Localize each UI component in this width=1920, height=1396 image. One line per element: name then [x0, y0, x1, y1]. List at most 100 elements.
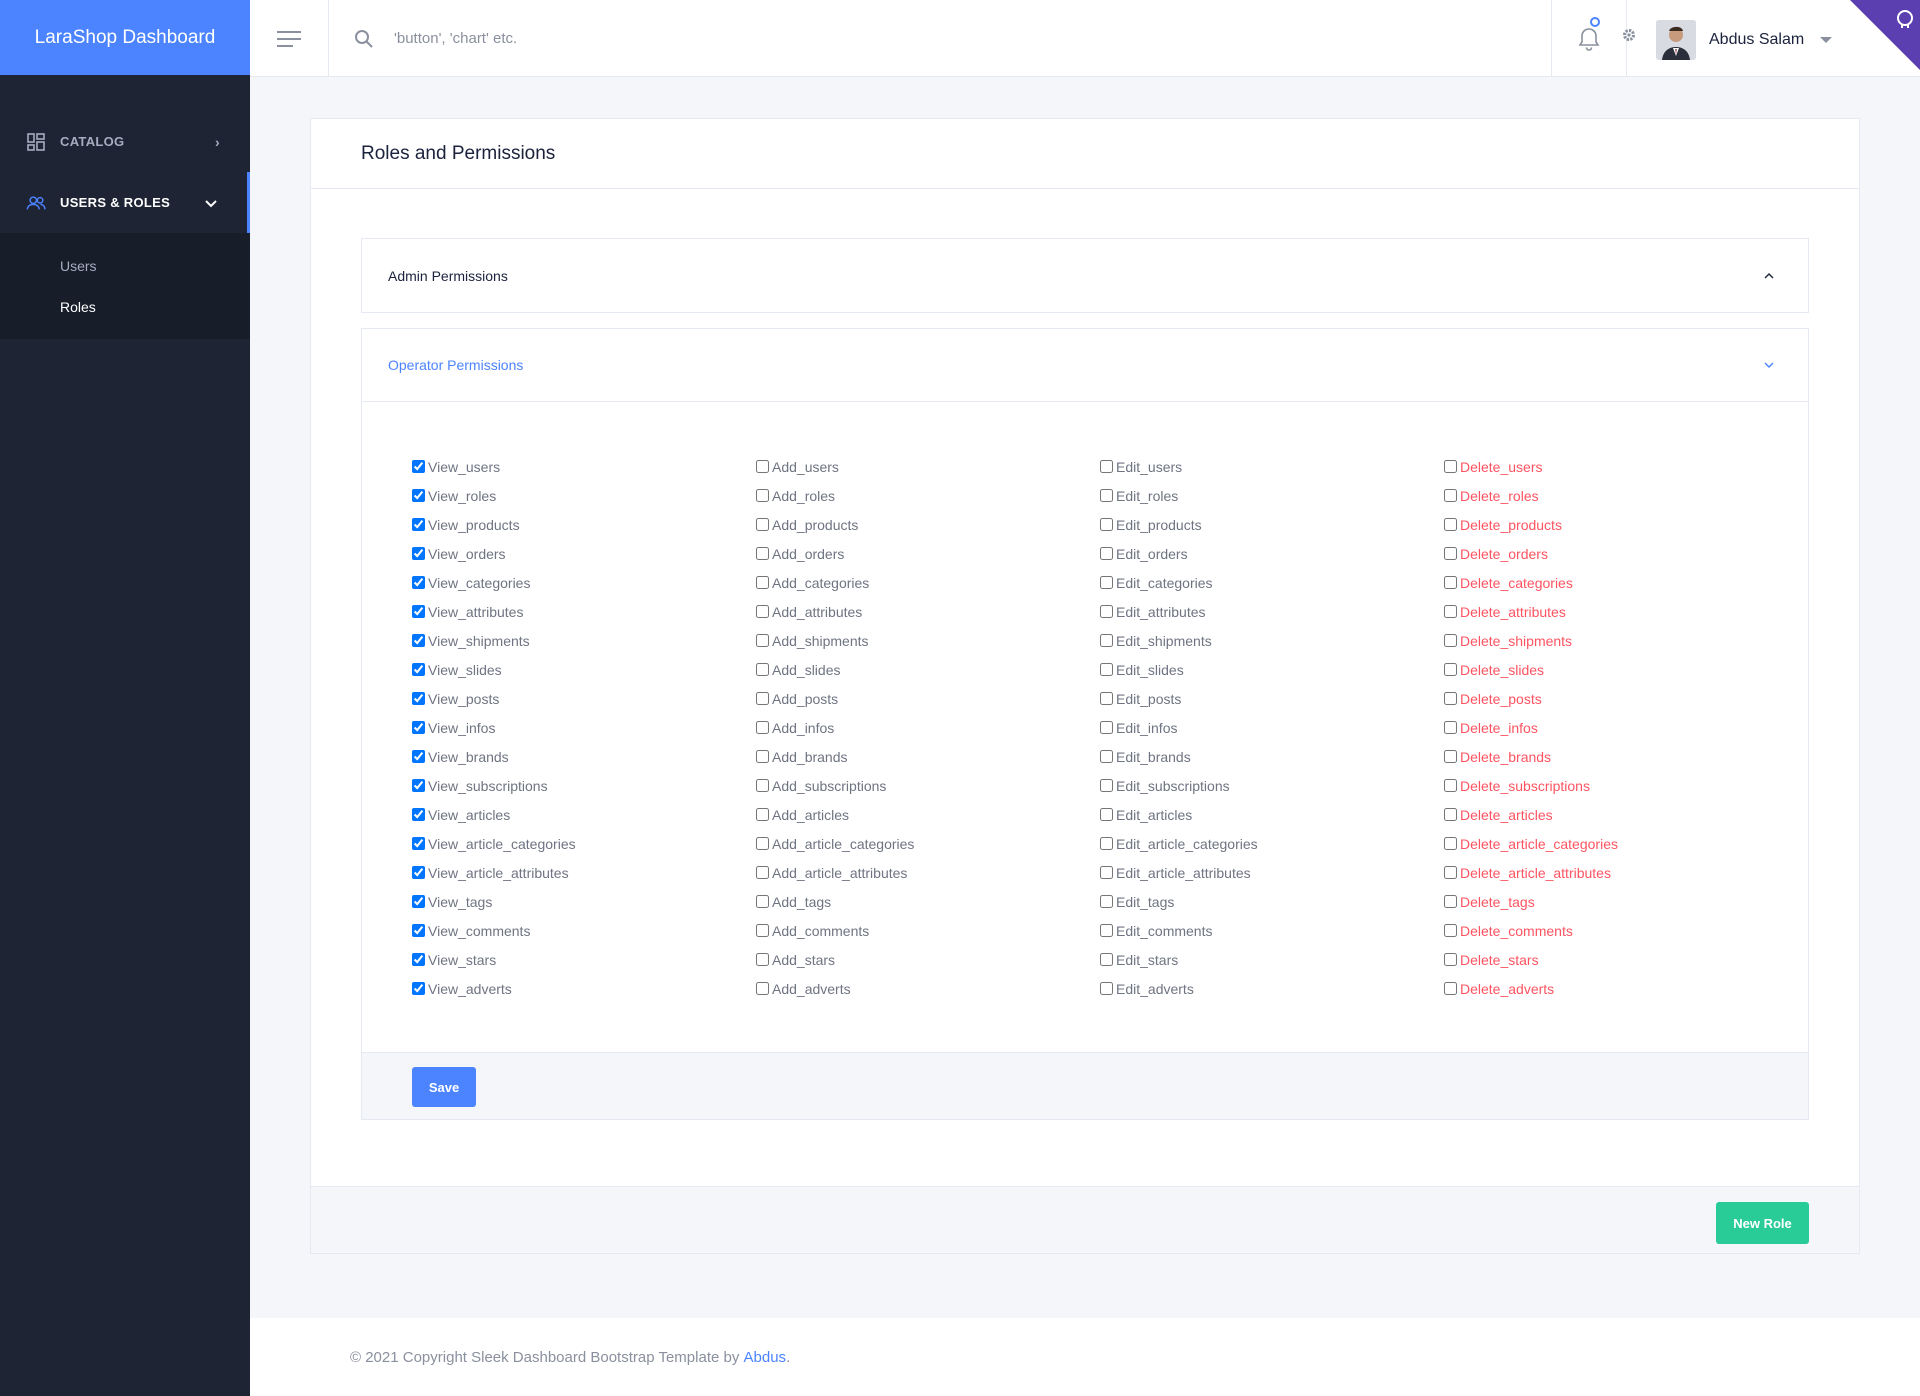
- permission-checkbox[interactable]: [1444, 808, 1457, 821]
- permission-checkbox[interactable]: [1444, 692, 1457, 705]
- permission-checkbox[interactable]: [756, 605, 769, 618]
- permission-checkbox[interactable]: [1100, 866, 1113, 879]
- brand-logo[interactable]: LaraShop Dashboard: [0, 0, 250, 75]
- permission-checkbox[interactable]: [1444, 721, 1457, 734]
- permission-row-view_brands[interactable]: View_brands: [412, 742, 576, 771]
- permission-checkbox[interactable]: [1100, 634, 1113, 647]
- permission-row-view_roles[interactable]: View_roles: [412, 481, 576, 510]
- permission-row-delete_comments[interactable]: Delete_comments: [1444, 916, 1618, 945]
- save-button[interactable]: Save: [412, 1067, 476, 1107]
- permission-row-view_posts[interactable]: View_posts: [412, 684, 576, 713]
- permission-checkbox[interactable]: [1100, 837, 1113, 850]
- permission-row-view_categories[interactable]: View_categories: [412, 568, 576, 597]
- permission-row-view_article_categories[interactable]: View_article_categories: [412, 829, 576, 858]
- permission-row-edit_brands[interactable]: Edit_brands: [1100, 742, 1258, 771]
- permission-checkbox[interactable]: [1444, 866, 1457, 879]
- permission-checkbox[interactable]: [1100, 953, 1113, 966]
- permission-checkbox[interactable]: [1444, 837, 1457, 850]
- permission-checkbox[interactable]: [412, 576, 425, 589]
- permission-row-delete_orders[interactable]: Delete_orders: [1444, 539, 1618, 568]
- permission-checkbox[interactable]: [412, 489, 425, 502]
- github-corner-link[interactable]: [1850, 0, 1920, 70]
- permission-row-add_products[interactable]: Add_products: [756, 510, 914, 539]
- permission-row-add_infos[interactable]: Add_infos: [756, 713, 914, 742]
- permission-checkbox[interactable]: [756, 779, 769, 792]
- permission-row-add_stars[interactable]: Add_stars: [756, 945, 914, 974]
- permission-checkbox[interactable]: [412, 924, 425, 937]
- permission-checkbox[interactable]: [756, 837, 769, 850]
- permission-checkbox[interactable]: [1100, 982, 1113, 995]
- accordion-header-admin[interactable]: Admin Permissions: [362, 239, 1808, 312]
- permission-row-view_stars[interactable]: View_stars: [412, 945, 576, 974]
- permission-checkbox[interactable]: [1444, 750, 1457, 763]
- permission-row-add_article_categories[interactable]: Add_article_categories: [756, 829, 914, 858]
- permission-checkbox[interactable]: [756, 460, 769, 473]
- permission-checkbox[interactable]: [1100, 547, 1113, 560]
- permission-row-delete_infos[interactable]: Delete_infos: [1444, 713, 1618, 742]
- permission-row-delete_subscriptions[interactable]: Delete_subscriptions: [1444, 771, 1618, 800]
- permission-row-add_articles[interactable]: Add_articles: [756, 800, 914, 829]
- permission-row-edit_roles[interactable]: Edit_roles: [1100, 481, 1258, 510]
- permission-row-add_shipments[interactable]: Add_shipments: [756, 626, 914, 655]
- permission-row-view_products[interactable]: View_products: [412, 510, 576, 539]
- permission-row-view_attributes[interactable]: View_attributes: [412, 597, 576, 626]
- permission-checkbox[interactable]: [1100, 924, 1113, 937]
- permission-row-delete_shipments[interactable]: Delete_shipments: [1444, 626, 1618, 655]
- permission-row-edit_adverts[interactable]: Edit_adverts: [1100, 974, 1258, 1003]
- permission-row-edit_products[interactable]: Edit_products: [1100, 510, 1258, 539]
- permission-checkbox[interactable]: [1100, 576, 1113, 589]
- permission-checkbox[interactable]: [1100, 895, 1113, 908]
- permission-row-add_comments[interactable]: Add_comments: [756, 916, 914, 945]
- permission-checkbox[interactable]: [756, 692, 769, 705]
- accordion-header-operator[interactable]: Operator Permissions: [362, 329, 1808, 402]
- permission-checkbox[interactable]: [412, 779, 425, 792]
- permission-checkbox[interactable]: [412, 837, 425, 850]
- permission-checkbox[interactable]: [1444, 634, 1457, 647]
- permission-checkbox[interactable]: [1444, 953, 1457, 966]
- permission-checkbox[interactable]: [756, 924, 769, 937]
- permission-checkbox[interactable]: [412, 953, 425, 966]
- permission-checkbox[interactable]: [412, 634, 425, 647]
- permission-checkbox[interactable]: [756, 982, 769, 995]
- permission-checkbox[interactable]: [412, 605, 425, 618]
- permission-row-view_shipments[interactable]: View_shipments: [412, 626, 576, 655]
- permission-row-delete_article_categories[interactable]: Delete_article_categories: [1444, 829, 1618, 858]
- permission-checkbox[interactable]: [412, 663, 425, 676]
- permission-row-edit_articles[interactable]: Edit_articles: [1100, 800, 1258, 829]
- permission-row-view_tags[interactable]: View_tags: [412, 887, 576, 916]
- sidebar-subitem-roles[interactable]: Roles: [0, 286, 250, 327]
- permission-checkbox[interactable]: [412, 866, 425, 879]
- permission-checkbox[interactable]: [756, 518, 769, 531]
- permission-checkbox[interactable]: [412, 692, 425, 705]
- permission-row-edit_categories[interactable]: Edit_categories: [1100, 568, 1258, 597]
- permission-checkbox[interactable]: [412, 895, 425, 908]
- user-menu[interactable]: Abdus Salam: [1656, 20, 1833, 60]
- permission-row-edit_article_categories[interactable]: Edit_article_categories: [1100, 829, 1258, 858]
- permission-row-delete_users[interactable]: Delete_users: [1444, 452, 1618, 481]
- permission-row-delete_roles[interactable]: Delete_roles: [1444, 481, 1618, 510]
- permission-checkbox[interactable]: [1444, 982, 1457, 995]
- permission-row-add_roles[interactable]: Add_roles: [756, 481, 914, 510]
- permission-checkbox[interactable]: [1100, 518, 1113, 531]
- permission-checkbox[interactable]: [756, 547, 769, 560]
- permission-row-add_tags[interactable]: Add_tags: [756, 887, 914, 916]
- permission-checkbox[interactable]: [756, 576, 769, 589]
- permission-row-delete_products[interactable]: Delete_products: [1444, 510, 1618, 539]
- notifications-button[interactable]: [1551, 0, 1627, 77]
- permission-checkbox[interactable]: [1444, 663, 1457, 676]
- permission-row-delete_tags[interactable]: Delete_tags: [1444, 887, 1618, 916]
- sidebar-subitem-users[interactable]: Users: [0, 245, 250, 286]
- permission-row-view_slides[interactable]: View_slides: [412, 655, 576, 684]
- permission-checkbox[interactable]: [1100, 489, 1113, 502]
- permission-row-add_slides[interactable]: Add_slides: [756, 655, 914, 684]
- permission-row-add_users[interactable]: Add_users: [756, 452, 914, 481]
- permission-row-delete_articles[interactable]: Delete_articles: [1444, 800, 1618, 829]
- permission-row-delete_stars[interactable]: Delete_stars: [1444, 945, 1618, 974]
- permission-checkbox[interactable]: [756, 953, 769, 966]
- permission-checkbox[interactable]: [1100, 605, 1113, 618]
- permission-row-delete_attributes[interactable]: Delete_attributes: [1444, 597, 1618, 626]
- permission-checkbox[interactable]: [1100, 663, 1113, 676]
- permission-checkbox[interactable]: [1444, 489, 1457, 502]
- permission-row-view_users[interactable]: View_users: [412, 452, 576, 481]
- permission-row-view_adverts[interactable]: View_adverts: [412, 974, 576, 1003]
